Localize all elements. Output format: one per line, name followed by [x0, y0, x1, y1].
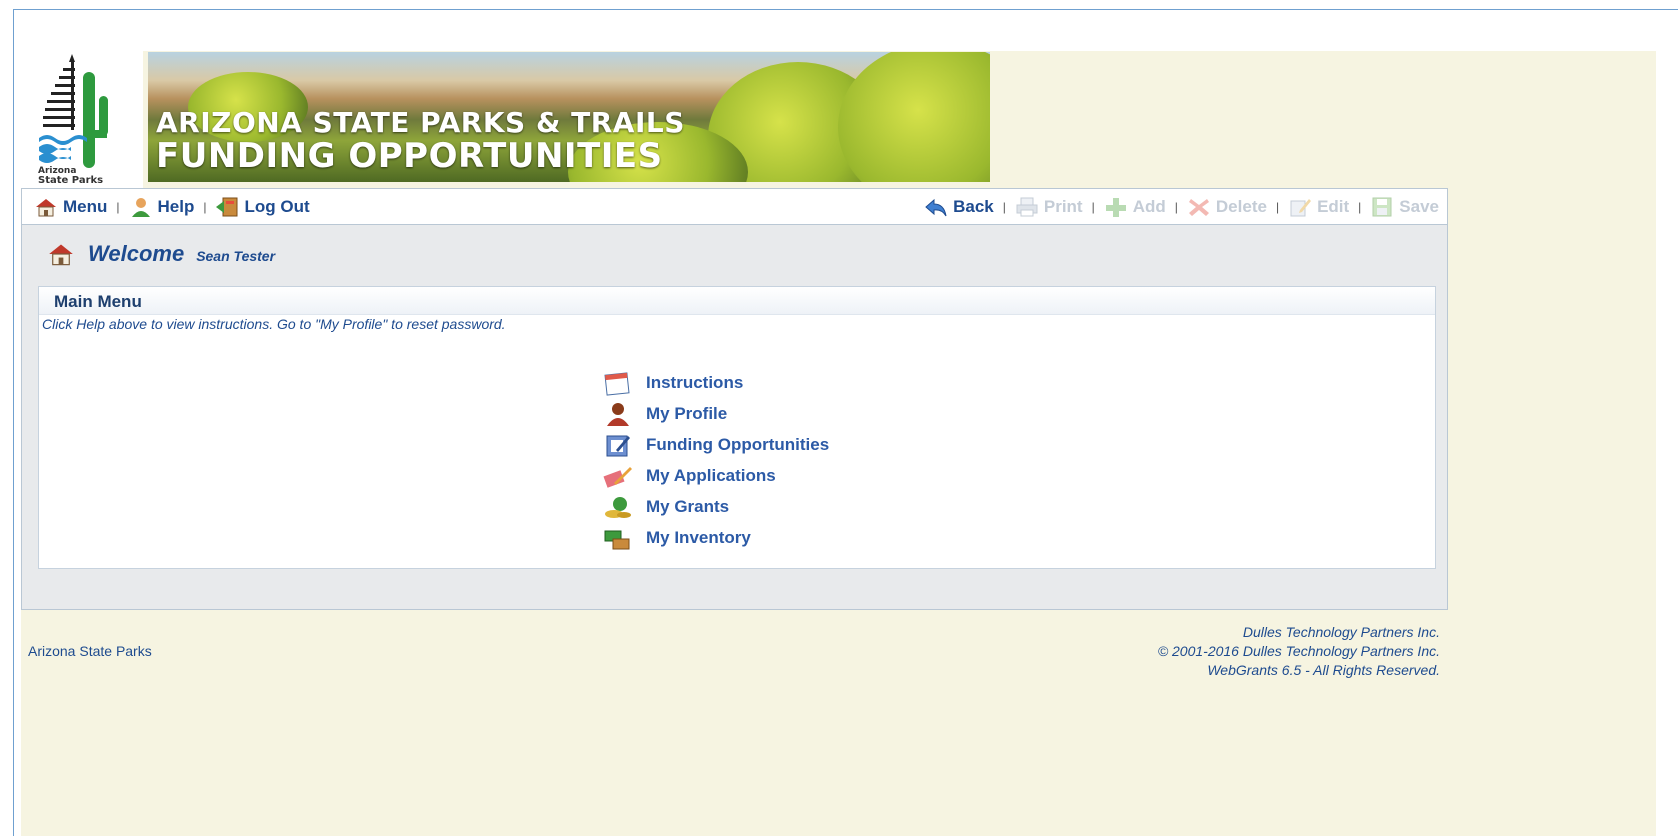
menu-item-my-grants[interactable]: My Grants	[602, 491, 829, 522]
back-label: Back	[953, 197, 994, 216]
toolbar-right: Back | Print | Add | Delete | Edit | Sav…	[924, 195, 1439, 219]
save-icon	[1372, 197, 1392, 217]
welcome-row: Welcome Sean Tester	[46, 241, 275, 267]
help-button[interactable]: Help	[129, 196, 195, 218]
header-banner: ARIZONA STATE PARKS & TRAILS FUNDING OPP…	[148, 52, 990, 182]
main-menu-list: Instructions My Profile Funding Opportun…	[602, 367, 829, 553]
footer-version: WebGrants 6.5 - All Rights Reserved.	[1207, 662, 1440, 678]
edit-button[interactable]: Edit	[1288, 196, 1349, 218]
menu-item-my-applications[interactable]: My Applications	[602, 460, 829, 491]
logout-label: Log Out	[244, 197, 310, 216]
menu-item-funding-opportunities[interactable]: Funding Opportunities	[602, 429, 829, 460]
clipboard-icon	[606, 435, 630, 456]
person-icon	[607, 402, 629, 426]
printer-icon	[1016, 197, 1038, 217]
toolbar-separator: |	[1174, 200, 1178, 214]
add-button[interactable]: Add	[1104, 196, 1166, 218]
print-label: Print	[1043, 197, 1083, 216]
footer-left-text: Arizona State Parks	[28, 643, 152, 659]
menu-item-label: My Grants	[646, 496, 730, 516]
toolbar: Menu | Help | Log Out Back | Print | Add…	[22, 189, 1447, 225]
print-button[interactable]: Print	[1015, 196, 1083, 218]
pencil-icon	[603, 466, 632, 488]
logo-text: Arizona State Parks	[38, 166, 104, 186]
menu-item-my-profile[interactable]: My Profile	[602, 398, 829, 429]
menu-item-my-inventory[interactable]: My Inventory	[602, 522, 829, 553]
toolbar-separator: |	[116, 200, 120, 214]
banner-title: ARIZONA STATE PARKS & TRAILS FUNDING OPP…	[156, 106, 685, 176]
delete-icon	[1188, 199, 1209, 216]
toolbar-separator: |	[1358, 200, 1362, 214]
welcome-title: Welcome	[88, 241, 185, 266]
add-icon	[1105, 198, 1126, 217]
toolbar-left: Menu | Help | Log Out	[34, 195, 310, 219]
main-menu-header: Main Menu	[39, 287, 1435, 315]
back-button[interactable]: Back	[924, 196, 994, 218]
footer-company: Dulles Technology Partners Inc.	[1242, 624, 1440, 640]
save-label: Save	[1399, 197, 1439, 216]
user-help-icon	[131, 198, 150, 217]
exit-icon	[216, 197, 238, 217]
toolbar-separator: |	[1275, 200, 1280, 214]
menu-label: Menu	[63, 197, 108, 216]
money-icon	[605, 496, 631, 518]
footer-copyright: Dulles Technology Partners Inc. © 2001-2…	[1158, 623, 1440, 680]
logout-button[interactable]: Log Out	[215, 196, 310, 218]
app-panel: Menu | Help | Log Out Back | Print | Add…	[21, 188, 1448, 610]
edit-icon	[1290, 199, 1312, 217]
menu-item-label: Instructions	[646, 372, 744, 392]
menu-button[interactable]: Menu	[34, 196, 107, 218]
menu-item-label: Funding Opportunities	[646, 434, 830, 454]
help-label: Help	[157, 197, 195, 216]
main-menu-panel: Main Menu Click Help above to view instr…	[38, 286, 1436, 569]
main-menu-instructions: Click Help above to view instructions. G…	[42, 316, 506, 332]
main-menu-title: Main Menu	[54, 292, 142, 311]
toolbar-separator: |	[203, 200, 207, 214]
menu-item-instructions[interactable]: Instructions	[602, 367, 829, 398]
calendar-icon	[604, 371, 630, 396]
welcome-user-name: Sean Tester	[196, 248, 276, 264]
menu-item-label: My Applications	[646, 465, 776, 485]
footer-copyright-line: © 2001-2016 Dulles Technology Partners I…	[1157, 643, 1440, 659]
edit-label: Edit	[1317, 197, 1350, 216]
delete-button[interactable]: Delete	[1187, 196, 1267, 218]
back-arrow-icon	[925, 198, 947, 217]
boxes-icon	[604, 530, 630, 549]
save-button[interactable]: Save	[1370, 196, 1439, 218]
home-icon	[36, 199, 56, 217]
delete-label: Delete	[1215, 197, 1267, 216]
menu-item-label: My Inventory	[646, 527, 751, 547]
home-icon	[49, 244, 73, 266]
toolbar-separator: |	[1091, 200, 1095, 214]
menu-item-label: My Profile	[646, 403, 728, 423]
add-label: Add	[1132, 197, 1166, 216]
toolbar-separator: |	[1002, 200, 1006, 214]
